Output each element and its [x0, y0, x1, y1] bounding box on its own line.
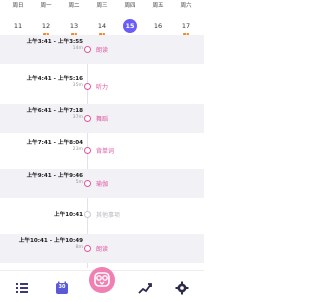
- calendar-icon[interactable]: 30: [55, 280, 69, 294]
- day-name: 周三: [96, 3, 108, 9]
- day-name: 周五: [152, 3, 164, 9]
- owl-icon[interactable]: [89, 267, 115, 293]
- timeline-dot: [84, 211, 91, 218]
- day-wed[interactable]: 周三 14: [91, 2, 113, 38]
- day-number: 14: [97, 22, 107, 30]
- day-sat[interactable]: 周六 17: [175, 2, 197, 38]
- entry-duration: 35m: [72, 83, 83, 88]
- entry-time: 上午6:41 - 上午7:18: [26, 108, 83, 114]
- chart-icon[interactable]: [138, 280, 152, 294]
- entry-duration: 5m: [75, 180, 83, 185]
- day-number: 12: [41, 22, 51, 30]
- week-header: 周日 11 周一 12 周二 13 周三 14 周四 15 周五 16 周六 1…: [0, 0, 204, 38]
- entry-duration: 8m: [75, 245, 83, 250]
- entry-label: 听力: [96, 84, 109, 91]
- timeline-dot: [84, 180, 91, 187]
- timeline-dot: [84, 46, 91, 53]
- day-name: 周四: [124, 3, 136, 9]
- entry-time: 上午10:41: [54, 212, 83, 218]
- entry-label: 舞蹈: [96, 116, 109, 123]
- day-tue[interactable]: 周二 13: [63, 2, 85, 38]
- day-number: 13: [69, 22, 79, 30]
- timeline-entry-other[interactable]: 上午10:41 其他事项: [0, 202, 204, 228]
- timeline-dot: [84, 147, 91, 154]
- entry-time: 上午10:41 - 上午10:49: [18, 238, 83, 244]
- entry-duration: 37m: [72, 115, 83, 120]
- timeline-dot: [84, 83, 91, 90]
- entry-label: 其他事项: [96, 212, 121, 219]
- entry-label: 瑜伽: [96, 181, 109, 188]
- entry-time: 上午9:41 - 上午9:46: [26, 173, 83, 179]
- app-root: 周日 11 周一 12 周二 13 周三 14 周四 15 周五 16 周六 1…: [0, 0, 204, 302]
- day-mon[interactable]: 周一 12: [35, 2, 57, 38]
- entry-time: 上午4:41 - 上午5:16: [26, 76, 83, 82]
- list-icon[interactable]: [15, 280, 29, 294]
- timeline-entry[interactable]: 上午9:41 - 上午9:46 5m 瑜伽: [0, 169, 204, 198]
- entry-duration: 23m: [72, 147, 83, 152]
- timeline-entry[interactable]: 上午3:41 - 上午3:55 14m 朗读: [0, 35, 204, 64]
- day-name: 周二: [68, 3, 80, 9]
- settings-icon[interactable]: [175, 280, 189, 295]
- timeline-entry[interactable]: 上午10:41 - 上午10:49 8m 朗读: [0, 234, 204, 263]
- timeline-entry[interactable]: 上午6:41 - 上午7:18 37m 舞蹈: [0, 104, 204, 133]
- timeline-entry[interactable]: 上午4:41 - 上午5:16 35m 听力: [0, 72, 204, 101]
- day-name: 周六: [180, 3, 192, 9]
- day-fri[interactable]: 周五 16: [147, 2, 169, 33]
- day-sun[interactable]: 周日 11: [7, 2, 29, 33]
- day-number: 15: [123, 19, 137, 33]
- timeline: 上午3:41 - 上午3:55 14m 朗读 上午4:41 - 上午5:16 3…: [0, 35, 204, 268]
- entry-label: 背单词: [96, 148, 115, 155]
- calendar-number: 30: [58, 284, 66, 290]
- timeline-dot: [84, 245, 91, 252]
- day-name: 周一: [40, 3, 52, 9]
- entry-time: 上午7:41 - 上午8:04: [26, 140, 83, 146]
- timeline-entry[interactable]: 上午7:41 - 上午8:04 23m 背单词: [0, 136, 204, 165]
- entry-duration: 14m: [72, 46, 83, 51]
- day-number: 17: [181, 22, 191, 30]
- day-name: 周日: [12, 3, 24, 9]
- day-thu-selected[interactable]: 周四 15: [119, 2, 141, 33]
- entry-label: 朗读: [96, 246, 109, 253]
- day-number: 11: [13, 22, 23, 30]
- timeline-dot: [84, 115, 91, 122]
- entry-label: 朗读: [96, 47, 109, 54]
- entry-time: 上午3:41 - 上午3:55: [26, 39, 83, 45]
- day-number: 16: [153, 22, 163, 30]
